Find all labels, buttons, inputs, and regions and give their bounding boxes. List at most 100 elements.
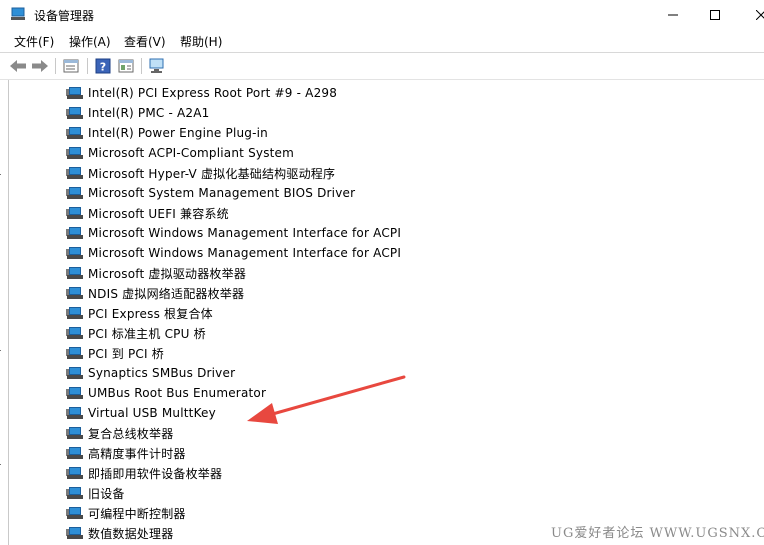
- system-device-icon: [66, 525, 84, 541]
- back-arrow-icon: [10, 60, 26, 72]
- device-label: Microsoft ACPI-Compliant System: [88, 146, 295, 160]
- console-tree-icon: [118, 59, 134, 73]
- toolbar: ?: [0, 53, 764, 80]
- device-label: PCI 到 PCI 桥: [88, 346, 164, 361]
- device-label: 数值数据处理器: [88, 526, 174, 541]
- device-row[interactable]: 数值数据处理器: [66, 523, 446, 543]
- window-title: 设备管理器: [34, 9, 95, 23]
- system-device-icon: [66, 125, 84, 141]
- system-device-icon: [66, 405, 84, 421]
- system-device-icon: [66, 505, 84, 521]
- device-label: Microsoft 虚拟驱动器枚举器: [88, 266, 247, 281]
- close-button[interactable]: [738, 0, 764, 30]
- menu-bar: 文件(F) 操作(A) 查看(V) 帮助(H): [0, 30, 764, 53]
- device-label: Microsoft Windows Management Interface f…: [88, 226, 402, 240]
- system-device-icon: [66, 485, 84, 501]
- device-row[interactable]: Intel(R) PCI Express Root Port #9 - A298: [66, 83, 446, 103]
- left-pane-edge: ʃ Ⅰ ʃ Ⅰ ʃ Ⅰ: [0, 80, 9, 545]
- device-row[interactable]: UMBus Root Bus Enumerator: [66, 383, 446, 403]
- device-row[interactable]: Microsoft Windows Management Interface f…: [66, 243, 446, 263]
- properties-button[interactable]: [61, 56, 81, 76]
- device-label: Intel(R) PCI Express Root Port #9 - A298: [88, 86, 338, 100]
- toolbar-separator: [55, 58, 56, 74]
- system-device-icon: [66, 145, 84, 161]
- console-tree-button[interactable]: [116, 56, 136, 76]
- device-row[interactable]: PCI 标准主机 CPU 桥: [66, 323, 446, 343]
- device-row[interactable]: Microsoft Hyper-V 虚拟化基础结构驱动程序: [66, 163, 446, 183]
- device-row[interactable]: 旧设备: [66, 483, 446, 503]
- back-button[interactable]: [8, 56, 28, 76]
- device-row[interactable]: Microsoft Windows Management Interface f…: [66, 223, 446, 243]
- system-device-icon: [66, 445, 84, 461]
- device-label: Microsoft UEFI 兼容系统: [88, 206, 229, 221]
- device-label: Microsoft System Management BIOS Driver: [88, 186, 356, 200]
- system-device-icon: [66, 185, 84, 201]
- device-label: 即插即用软件设备枚举器: [88, 466, 223, 481]
- system-device-icon: [66, 285, 84, 301]
- system-device-icon: [66, 345, 84, 361]
- menu-help[interactable]: 帮助(H): [180, 33, 222, 50]
- device-label: Virtual USB MulttKey: [88, 406, 216, 420]
- device-label: 旧设备: [88, 486, 125, 501]
- device-row[interactable]: 复合总线枚举器: [66, 423, 446, 443]
- menu-action[interactable]: 操作(A): [69, 33, 111, 50]
- device-row[interactable]: Microsoft 虚拟驱动器枚举器: [66, 263, 446, 283]
- device-row[interactable]: Virtual USB MulttKey: [66, 403, 446, 423]
- device-row[interactable]: Synaptics SMBus Driver: [66, 363, 446, 383]
- system-device-icon: [66, 205, 84, 221]
- device-row[interactable]: Microsoft ACPI-Compliant System: [66, 143, 446, 163]
- system-device-icon: [66, 265, 84, 281]
- title-bar: 设备管理器: [0, 0, 764, 30]
- system-device-icon: [66, 365, 84, 381]
- device-label: PCI 标准主机 CPU 桥: [88, 326, 206, 341]
- properties-icon: [63, 59, 79, 73]
- minimize-icon: [668, 14, 678, 16]
- system-device-icon: [66, 385, 84, 401]
- watermark: UG爱好者论坛 WWW.UGSNX.COM: [551, 526, 764, 541]
- device-label: Microsoft Windows Management Interface f…: [88, 246, 402, 260]
- system-device-icon: [66, 425, 84, 441]
- maximize-button[interactable]: [692, 0, 738, 30]
- device-label: Intel(R) PMC - A2A1: [88, 106, 210, 120]
- device-label: UMBus Root Bus Enumerator: [88, 386, 267, 400]
- device-label: PCI Express 根复合体: [88, 306, 213, 321]
- scan-hardware-icon: [149, 58, 164, 73]
- device-label: Synaptics SMBus Driver: [88, 366, 236, 380]
- toolbar-separator: [87, 58, 88, 74]
- device-label: NDIS 虚拟网络适配器枚举器: [88, 286, 245, 301]
- menu-file[interactable]: 文件(F): [14, 33, 54, 50]
- system-device-icon: [66, 465, 84, 481]
- device-row[interactable]: 即插即用软件设备枚举器: [66, 463, 446, 483]
- device-label: 复合总线枚举器: [88, 426, 174, 441]
- edge-glyph: ʃ: [0, 462, 1, 475]
- help-button[interactable]: ?: [93, 56, 113, 76]
- device-label: Intel(R) Power Engine Plug-in: [88, 126, 268, 140]
- forward-arrow-icon: [32, 60, 48, 72]
- edge-glyph: ʃ: [0, 172, 1, 185]
- device-manager-app-icon: [11, 7, 25, 20]
- device-row[interactable]: Microsoft System Management BIOS Driver: [66, 183, 446, 203]
- device-row[interactable]: PCI 到 PCI 桥: [66, 343, 446, 363]
- device-row[interactable]: 可编程中断控制器: [66, 503, 446, 523]
- device-label: 高精度事件计时器: [88, 446, 186, 461]
- system-device-icon: [66, 105, 84, 121]
- system-device-icon: [66, 85, 84, 101]
- device-label: 可编程中断控制器: [88, 506, 186, 521]
- device-row[interactable]: PCI Express 根复合体: [66, 303, 446, 323]
- edge-glyph: ʃ: [0, 348, 1, 361]
- device-row[interactable]: Microsoft UEFI 兼容系统: [66, 203, 446, 223]
- device-row[interactable]: Intel(R) PMC - A2A1: [66, 103, 446, 123]
- system-device-icon: [66, 165, 84, 181]
- menu-view[interactable]: 查看(V): [124, 33, 166, 50]
- device-row[interactable]: Intel(R) Power Engine Plug-in: [66, 123, 446, 143]
- device-row[interactable]: NDIS 虚拟网络适配器枚举器: [66, 283, 446, 303]
- help-icon: ?: [95, 58, 111, 74]
- device-label: Microsoft Hyper-V 虚拟化基础结构驱动程序: [88, 166, 336, 181]
- forward-button[interactable]: [30, 56, 50, 76]
- device-row[interactable]: 高精度事件计时器: [66, 443, 446, 463]
- scan-hardware-button[interactable]: [147, 56, 167, 76]
- maximize-icon: [710, 10, 720, 20]
- system-device-icon: [66, 225, 84, 241]
- minimize-button[interactable]: [650, 0, 696, 30]
- system-device-icon: [66, 245, 84, 261]
